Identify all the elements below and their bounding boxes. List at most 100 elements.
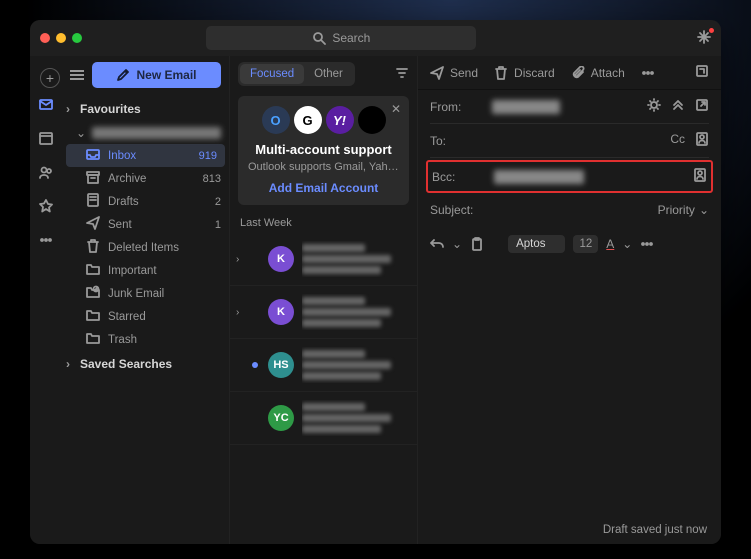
folder-icon [86,331,100,348]
sender-avatar: HS [268,352,294,378]
sent-icon [86,216,100,233]
folder-sent[interactable]: Sent 1 [62,213,229,236]
font-size-select[interactable]: 12 [573,235,598,253]
editor-more-button[interactable] [640,237,654,251]
font-family-select[interactable]: Aptos [508,235,565,253]
expand-chevron[interactable]: › [236,307,244,318]
folder-label: Sent [108,219,207,231]
open-separate-icon[interactable] [695,98,709,115]
send-label: Send [450,66,478,80]
google-icon: G [294,106,322,134]
expand-chevron[interactable]: › [236,254,244,265]
folder-archive[interactable]: Archive 813 [62,167,229,190]
favourites-label: Favourites [80,102,141,116]
subject-field[interactable]: Subject: Priority ⌄ [430,195,709,225]
clipboard-button[interactable] [470,237,484,251]
attach-button[interactable]: Attach [571,66,625,80]
add-email-account-link[interactable]: Add Email Account [248,181,399,195]
theme-icon[interactable] [647,98,661,115]
tab-focused[interactable]: Focused [240,64,304,84]
add-button[interactable]: + [40,68,60,88]
compose-toolbar: Send Discard Attach [418,56,721,90]
rail-mail-icon[interactable] [38,96,54,112]
message-item[interactable]: YC [230,392,417,445]
rail-people-icon[interactable] [38,164,54,180]
contacts-button[interactable] [693,168,707,185]
promo-subtitle: Outlook supports Gmail, Yahoo an… [248,161,399,173]
collapse-icon[interactable] [671,98,685,115]
message-item[interactable]: ›K [230,233,417,286]
font-color-button[interactable]: A [606,237,614,251]
undo-menu[interactable]: ⌄ [452,237,462,251]
folder-label: Starred [108,311,213,323]
sender-avatar: K [268,246,294,272]
whats-new-button[interactable] [697,30,711,47]
folder-label: Important [108,265,213,277]
folder-junk-email[interactable]: Junk Email [62,282,229,305]
drafts-icon [86,193,100,210]
favourites-section[interactable]: › Favourites [62,96,229,122]
message-preview [302,294,407,330]
trash-icon [494,66,508,80]
multi-account-promo: ✕ O G Y! Multi-account support Outlook s… [238,96,409,205]
send-icon [430,66,444,80]
folder-label: Junk Email [108,288,213,300]
minimize-window-button[interactable] [56,33,66,43]
folder-count: 1 [215,219,221,231]
bcc-field[interactable]: Bcc: redacted [426,160,713,193]
contacts-button[interactable] [695,132,709,149]
message-preview [302,400,407,436]
attach-label: Attach [591,66,625,80]
to-value[interactable] [492,134,660,148]
folder-deleted-items[interactable]: Deleted Items [62,236,229,259]
filter-button[interactable] [395,66,409,83]
message-preview [302,241,407,277]
search-input[interactable]: Search [206,26,476,50]
bcc-value[interactable]: redacted [494,170,584,184]
clipboard-icon [470,237,484,251]
rail-more-icon[interactable] [38,232,54,248]
folder-starred[interactable]: Starred [62,305,229,328]
nav-rail [30,56,62,544]
from-field[interactable]: From: redacted [430,90,709,124]
priority-dropdown[interactable]: Priority ⌄ [658,203,709,217]
close-window-button[interactable] [40,33,50,43]
folder-trash[interactable]: Trash [62,328,229,351]
ellipsis-icon [640,237,654,251]
filter-icon [395,66,409,80]
zoom-window-button[interactable] [72,33,82,43]
more-actions-button[interactable] [641,66,655,80]
rail-calendar-icon[interactable] [38,130,54,146]
message-item[interactable]: ›K [230,286,417,339]
message-item[interactable]: HS [230,339,417,392]
folder-drafts[interactable]: Drafts2 [62,190,229,213]
folder-label: Trash [108,334,213,346]
font-menu[interactable]: ⌄ [622,237,632,251]
contacts-icon [695,132,709,146]
draft-status: Draft saved just now [418,516,721,544]
hamburger-button[interactable] [70,70,84,80]
promo-close-button[interactable]: ✕ [391,102,401,116]
tab-other[interactable]: Other [304,64,353,84]
compose-body[interactable] [418,263,721,516]
discard-label: Discard [514,66,555,80]
search-placeholder: Search [332,31,370,45]
rail-star-icon[interactable] [38,198,54,214]
cc-button[interactable]: Cc [670,132,685,149]
folder-count: 813 [203,173,221,185]
compose-pane: Send Discard Attach F [418,56,721,544]
to-field[interactable]: To: Cc [430,124,709,158]
account-row[interactable]: ⌄ redacted acct [62,122,229,144]
saved-searches-section[interactable]: › Saved Searches [62,351,229,377]
chevron-down-icon: ⌄ [699,203,709,217]
undo-button[interactable] [430,237,444,251]
discard-button[interactable]: Discard [494,66,555,80]
undo-icon [430,237,444,251]
folder-label: Archive [108,173,195,185]
folder-inbox[interactable]: Inbox919 [66,144,225,167]
send-button[interactable]: Send [430,66,478,80]
new-email-button[interactable]: New Email [92,62,221,88]
folder-important[interactable]: Important [62,259,229,282]
popout-button[interactable] [695,64,709,81]
subject-value[interactable] [492,203,648,217]
